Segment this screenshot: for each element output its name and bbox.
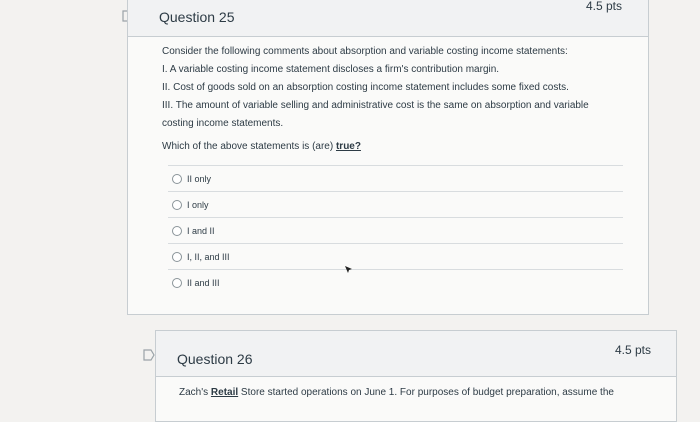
question-26-header: Question 26 4.5 pts [156,331,676,377]
answer-option[interactable]: I and II [168,217,623,243]
answer-label: II and III [187,277,220,288]
question-25-prompt: Which of the above statements is (are) t… [162,141,361,152]
radio-icon[interactable] [172,225,182,236]
answer-option[interactable]: II and III [168,269,623,295]
statement-2: II. Cost of goods sold on an absorption … [162,82,569,93]
statement-3b: costing income statements. [162,118,284,129]
radio-icon[interactable] [172,251,182,262]
answer-label: II only [187,173,212,184]
answer-list: II only I only I and II I, II, and III I… [168,165,623,295]
question-25-points: 4.5 pts [585,0,622,13]
question-25-header: Question 25 4.5 pts [128,0,648,37]
answer-option[interactable]: I only [168,191,623,217]
answer-label: I and II [187,225,215,236]
prompt-emphasis: true? [335,141,361,152]
statement-1: I. A variable costing income statement d… [162,64,500,75]
answer-label: I only [187,199,209,210]
question-26-points: 4.5 pts [614,343,651,357]
radio-icon[interactable] [172,199,182,210]
question-26-card: Question 26 4.5 pts Zach's Retail Store … [155,330,677,422]
question-25-intro: Consider the following comments about ab… [162,46,568,57]
answer-option[interactable]: II only [168,165,623,191]
radio-icon[interactable] [172,277,182,288]
question-25-card: Question 25 4.5 pts Consider the followi… [127,0,649,315]
question-26-text: Zach's Retail Store started operations o… [179,387,614,398]
question-26-text-start: Zach's [179,387,211,398]
answer-label: I, II, and III [187,251,230,262]
question-26-text-emphasis: Retail [210,387,239,398]
question-25-title: Question 25 [159,9,235,25]
question-26-text-end: Store started operations on June 1. For … [238,387,614,398]
answer-option[interactable]: I, II, and III [168,243,623,269]
radio-icon[interactable] [172,173,182,184]
prompt-text: Which of the above statements is (are) [162,141,336,152]
flag-question-26-icon[interactable] [142,348,156,362]
statement-3a: III. The amount of variable selling and … [162,100,589,111]
mouse-cursor-icon [344,262,354,280]
question-25-text: Consider the following comments about ab… [162,43,622,133]
question-26-title: Question 26 [177,351,253,367]
